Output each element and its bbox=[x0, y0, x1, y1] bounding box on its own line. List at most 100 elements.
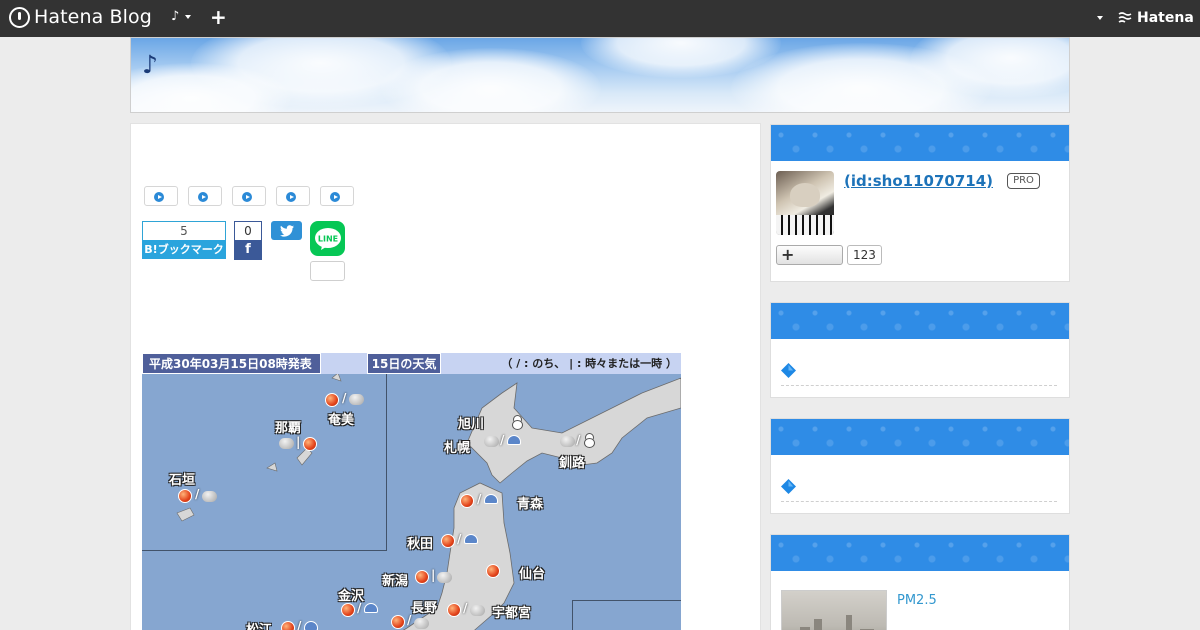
play-icon bbox=[198, 192, 208, 202]
hatena-bookmark-button[interactable]: B!ブックマーク bbox=[142, 240, 226, 259]
slash-separator: / bbox=[195, 487, 200, 501]
sunny-icon bbox=[178, 489, 192, 503]
sunny-icon bbox=[447, 603, 461, 617]
sidebar-module bbox=[770, 418, 1070, 514]
play-button[interactable] bbox=[320, 186, 354, 206]
facebook-icon: f bbox=[245, 242, 251, 257]
follow-button[interactable]: + bbox=[776, 245, 843, 265]
rain-icon bbox=[304, 621, 318, 630]
rain-icon bbox=[464, 534, 478, 544]
city-akita: 秋田 bbox=[407, 537, 434, 552]
cloudy-icon bbox=[560, 436, 575, 447]
global-header: Hatena Blog ♪ + Hatena bbox=[0, 0, 1200, 37]
sunny-icon bbox=[486, 564, 500, 578]
sunny-icon bbox=[460, 494, 474, 508]
slash-separator: / bbox=[500, 433, 505, 447]
cloudy-icon bbox=[202, 491, 217, 502]
line-icon: LINE bbox=[314, 227, 341, 250]
play-icon bbox=[154, 192, 164, 202]
cloudy-icon bbox=[437, 572, 452, 583]
blog-header-banner: ♪ bbox=[130, 37, 1070, 113]
article-column: 5 B!ブックマーク 0 f LINE 平成30年03月15日08時発表 15日… bbox=[130, 123, 761, 630]
twitter-bird-icon bbox=[279, 224, 294, 237]
module-header bbox=[771, 419, 1069, 455]
blog-switcher-label: ♪ bbox=[171, 9, 180, 24]
inset-border bbox=[572, 600, 681, 630]
sunny-icon bbox=[415, 570, 429, 584]
line-icon-label: LINE bbox=[317, 234, 337, 243]
module-header bbox=[771, 303, 1069, 339]
snow-icon bbox=[584, 433, 595, 448]
snow-icon bbox=[512, 415, 523, 430]
entry-link[interactable]: PM2.5 bbox=[897, 593, 937, 608]
divider bbox=[781, 501, 1057, 502]
city-ishigaki: 石垣 bbox=[169, 473, 196, 488]
city-nagano: 長野 bbox=[411, 601, 438, 616]
city-matsue: 松江 bbox=[246, 619, 272, 630]
rain-icon bbox=[484, 494, 498, 504]
blue-diamond-icon bbox=[781, 363, 796, 378]
rain-icon bbox=[507, 435, 521, 445]
plus-icon: + bbox=[781, 245, 795, 264]
cloudy-icon bbox=[279, 438, 294, 449]
facebook-share-count: 0 bbox=[234, 221, 262, 240]
hatena-wave-icon bbox=[1118, 12, 1132, 23]
slash-separator: / bbox=[342, 391, 347, 405]
blog-title[interactable]: ♪ bbox=[142, 50, 158, 79]
play-icon bbox=[242, 192, 252, 202]
city-amami: 奄美 bbox=[328, 413, 355, 428]
city-kushiro: 釧路 bbox=[559, 456, 586, 471]
avatar[interactable] bbox=[776, 171, 834, 235]
chevron-down-icon bbox=[185, 14, 192, 19]
hatena-blog-brand[interactable]: Hatena Blog bbox=[9, 6, 152, 28]
brand-text: Hatena Blog bbox=[34, 6, 152, 28]
entry-thumbnail[interactable] bbox=[781, 590, 887, 630]
blog-switcher[interactable]: ♪ bbox=[171, 9, 192, 24]
hatena-blog-icon bbox=[9, 6, 30, 28]
bar-separator: | bbox=[431, 568, 436, 582]
play-button[interactable] bbox=[188, 186, 222, 206]
sunny-icon bbox=[325, 393, 339, 407]
hatena-logo[interactable]: Hatena bbox=[1118, 10, 1194, 26]
weather-map-image: 平成30年03月15日08時発表 15日の天気 （ / : のち、 | : 時々… bbox=[142, 353, 681, 630]
facebook-share-button[interactable]: f bbox=[234, 240, 262, 260]
divider bbox=[781, 385, 1057, 386]
audio-buttons bbox=[144, 186, 354, 206]
play-button[interactable] bbox=[232, 186, 266, 206]
play-button[interactable] bbox=[276, 186, 310, 206]
sunny-icon bbox=[303, 437, 317, 451]
new-post-button[interactable]: + bbox=[210, 6, 227, 28]
cloudy-icon bbox=[349, 394, 364, 405]
blue-diamond-icon bbox=[781, 479, 796, 494]
city-niigata: 新潟 bbox=[382, 574, 409, 589]
weather-day-label: 15日の天気 bbox=[367, 353, 441, 374]
city-asahikawa: 旭川 bbox=[458, 417, 485, 432]
sidebar-profile-module: (id:sho11070714) PRO + 123 bbox=[770, 124, 1070, 282]
sunny-icon bbox=[281, 621, 295, 630]
sidebar-module: PM2.5 bbox=[770, 534, 1070, 630]
twitter-share-button[interactable] bbox=[271, 221, 302, 240]
line-share-button[interactable]: LINE bbox=[310, 221, 345, 256]
weather-legend: （ / : のち、 | : 時々または一時 ） bbox=[501, 357, 677, 370]
cloudy-icon bbox=[414, 618, 429, 629]
slash-separator: / bbox=[357, 601, 362, 615]
module-header bbox=[771, 535, 1069, 571]
line-share-count bbox=[310, 261, 345, 281]
play-icon bbox=[330, 192, 340, 202]
slash-separator: / bbox=[477, 492, 482, 506]
cloudy-icon bbox=[470, 605, 485, 616]
slash-separator: / bbox=[297, 619, 302, 630]
sidebar-module bbox=[770, 302, 1070, 398]
bar-separator: | bbox=[296, 435, 301, 449]
follower-count[interactable]: 123 bbox=[847, 245, 882, 265]
play-button[interactable] bbox=[144, 186, 178, 206]
profile-id-link[interactable]: (id:sho11070714) bbox=[844, 172, 993, 190]
city-aomori: 青森 bbox=[517, 497, 544, 512]
sunny-icon bbox=[441, 534, 455, 548]
hatena-bookmark-count[interactable]: 5 bbox=[142, 221, 226, 240]
hatena-logo-text: Hatena bbox=[1137, 10, 1194, 26]
city-sapporo: 札幌 bbox=[444, 441, 471, 456]
rain-icon bbox=[364, 603, 378, 613]
slash-separator: / bbox=[457, 532, 462, 546]
account-menu-chevron-icon[interactable] bbox=[1097, 16, 1103, 20]
